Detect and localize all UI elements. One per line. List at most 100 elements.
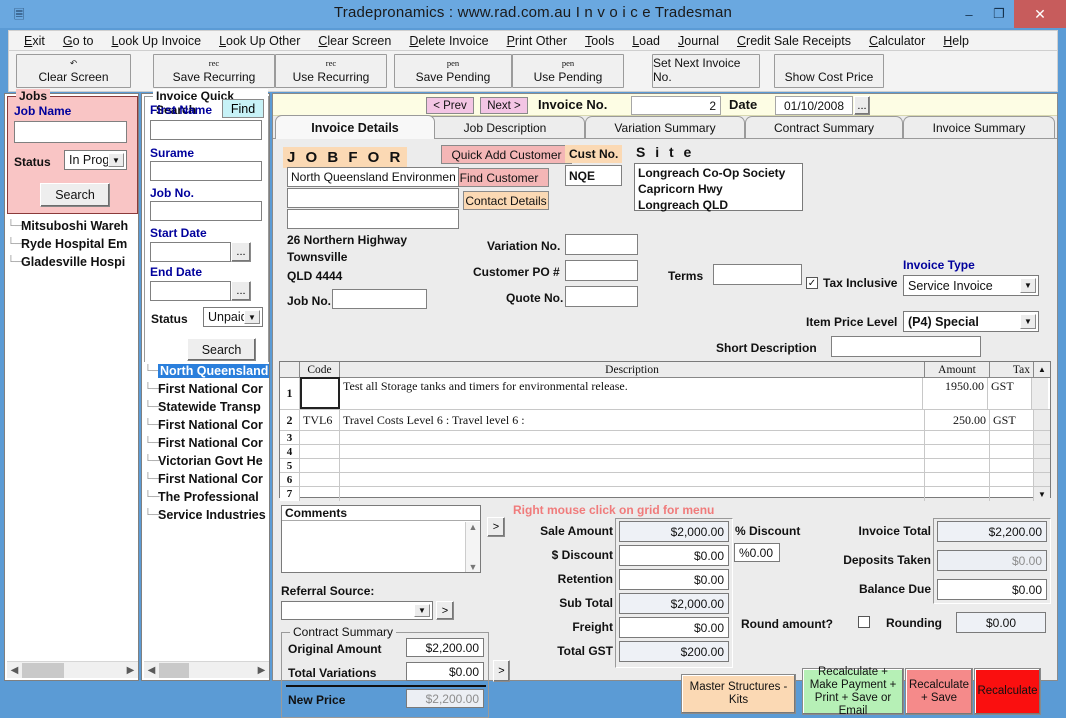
menu-item-clear-screen[interactable]: Clear Screen [309,34,400,48]
table-row[interactable]: 5 [280,459,1050,473]
row-code[interactable] [300,459,340,472]
recalculate-make-payment-print-save-email-button[interactable]: Recalculate + Make Payment + Print + Sav… [802,668,904,715]
grid-scroll-gutter[interactable] [1032,378,1048,409]
toolbar-show-cost-price-button[interactable]: Show Cost Price [774,54,884,88]
referral-source-select[interactable]: ▼ [281,601,433,620]
row-amount[interactable] [925,459,990,472]
menu-item-look-up-invoice[interactable]: Look Up Invoice [102,34,210,48]
row-tax[interactable]: GST [990,410,1034,430]
rounding-field[interactable]: $0.00 [956,612,1046,633]
minimize-button[interactable]: – [954,0,984,28]
list-item[interactable]: └─ Service Industries [144,506,269,524]
scroll-down-icon[interactable]: ▼ [469,562,478,572]
find-customer-button[interactable]: Find Customer [449,168,549,187]
list-item[interactable]: └─ First National Cor [144,380,269,398]
tab-job-description[interactable]: Job Description [425,116,585,138]
table-row[interactable]: 1 Test all Storage tanks and timers for … [280,378,1050,410]
menu-item-print-other[interactable]: Print Other [498,34,576,48]
row-amount[interactable]: 250.00 [925,410,990,430]
invoice-date-field[interactable]: 01/10/2008 [775,96,853,115]
invoice-type-select[interactable]: Service Invoice ▼ [903,275,1039,296]
table-row[interactable]: 7 ▼ [280,487,1050,501]
quick-search-results-tree[interactable]: └─ North Queensland └─ First National Co… [144,362,269,657]
tab-contract-summary[interactable]: Contract Summary [745,116,903,138]
date-picker-button[interactable]: ... [854,96,870,115]
terms-input[interactable] [713,264,802,285]
menu-item-calculator[interactable]: Calculator [860,34,934,48]
chevron-down-icon[interactable]: ▼ [414,604,430,617]
tab-variation-summary[interactable]: Variation Summary [585,116,745,138]
tree-item[interactable]: └─ Ryde Hospital Em [7,235,138,253]
percent-discount-field[interactable]: %0.00 [734,543,780,562]
dollar-discount-field[interactable]: $0.00 [619,545,729,566]
invoice-no-field[interactable]: 2 [631,96,721,115]
menu-item-delete-invoice[interactable]: Delete Invoice [400,34,497,48]
grid-scroll-gutter[interactable] [1034,459,1050,472]
menu-item-tools[interactable]: Tools [576,34,623,48]
cust-no-input[interactable] [565,165,622,186]
row-tax[interactable] [990,487,1034,501]
original-amount-field[interactable]: $2,200.00 [406,638,484,657]
jobs-search-button[interactable]: Search [40,183,110,207]
comments-box[interactable]: Comments [281,505,481,573]
chevron-down-icon[interactable]: ▼ [1020,314,1036,329]
row-code[interactable]: TVL6 [300,410,340,430]
start-date-input[interactable] [150,242,231,262]
next-invoice-button[interactable]: Next > [480,97,528,114]
quote-no-input[interactable] [565,286,638,307]
comments-textarea[interactable] [282,521,480,569]
row-description[interactable] [340,487,925,501]
row-tax[interactable]: GST [988,378,1032,409]
scrollbar-thumb[interactable] [22,663,64,678]
contract-summary-expand-button[interactable]: > [493,660,510,682]
toolbar-clear-screen-button[interactable]: ↶ Clear Screen [16,54,131,88]
surname-input[interactable] [150,161,262,181]
referral-expand-button[interactable]: > [436,601,454,620]
customer-line2-input[interactable] [287,188,459,208]
recalculate-save-button[interactable]: Recalculate + Save [905,668,973,715]
row-description[interactable] [340,431,925,444]
menu-item-journal[interactable]: Journal [669,34,728,48]
customer-po-input[interactable] [565,260,638,281]
grid-scroll-gutter[interactable] [1034,473,1050,486]
customer-line3-input[interactable] [287,209,459,229]
variation-no-input[interactable] [565,234,638,255]
row-code[interactable] [300,445,340,458]
table-row[interactable]: 3 [280,431,1050,445]
chevron-down-icon[interactable]: ▼ [108,153,124,167]
master-structures-kits-button[interactable]: Master Structures - Kits [681,674,796,714]
site-address-box[interactable]: Longreach Co-Op Society Capricorn Hwy Lo… [634,163,803,211]
row-amount[interactable]: 1950.00 [923,378,988,409]
scroll-up-icon[interactable]: ▲ [469,522,478,532]
end-date-input[interactable] [150,281,231,301]
toolbar-use-recurring-button[interactable]: rec Use Recurring [275,54,387,88]
tab-invoice-details[interactable]: Invoice Details [275,115,435,139]
toolbar-set-next-invoice-no-button[interactable]: Set Next Invoice No. [652,54,760,88]
short-description-input[interactable] [831,336,981,357]
table-row[interactable]: 6 [280,473,1050,487]
freight-field[interactable]: $0.00 [619,617,729,638]
scroll-down-icon[interactable]: ▼ [1034,487,1050,501]
scroll-right-icon[interactable]: ▶ [254,665,269,676]
list-item[interactable]: └─ First National Cor [144,434,269,452]
scroll-right-icon[interactable]: ▶ [123,665,138,676]
tree-item[interactable]: └─ Gladesville Hospi [7,253,138,271]
menu-item-credit-sale-receipts[interactable]: Credit Sale Receipts [728,34,860,48]
scroll-up-icon[interactable]: ▲ [1034,362,1050,377]
row-tax[interactable] [990,473,1034,486]
prev-invoice-button[interactable]: < Prev [426,97,474,114]
round-amount-checkbox[interactable] [858,616,870,628]
tax-inclusive-checkbox[interactable]: ✓ [806,277,818,289]
row-description[interactable] [340,473,925,486]
tab-invoice-summary[interactable]: Invoice Summary [903,116,1055,138]
start-date-picker-button[interactable]: ... [231,242,251,262]
retention-field[interactable]: $0.00 [619,569,729,590]
list-item[interactable]: └─ First National Cor [144,416,269,434]
scrollbar-thumb[interactable] [159,663,189,678]
scroll-left-icon[interactable]: ◀ [7,665,22,676]
grid-scroll-gutter[interactable] [1034,410,1050,430]
toolbar-save-pending-button[interactable]: pen Save Pending [394,54,512,88]
job-no-input[interactable] [332,289,427,309]
toolbar-use-pending-button[interactable]: pen Use Pending [512,54,624,88]
scroll-left-icon[interactable]: ◀ [144,665,159,676]
